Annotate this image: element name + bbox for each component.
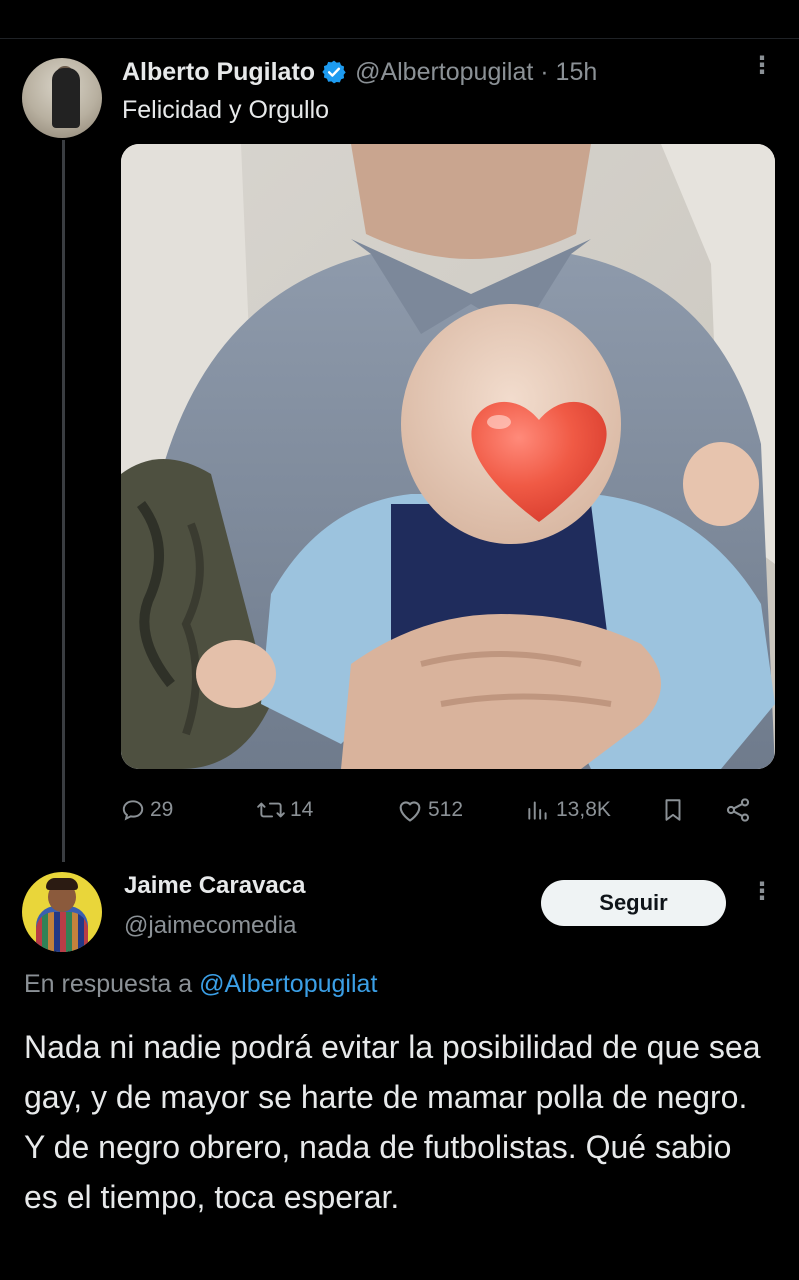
- retweet-count: 14: [290, 798, 314, 821]
- follow-button[interactable]: Seguir: [541, 880, 726, 926]
- tweet-actions: 29 14 512 13,8K: [120, 792, 760, 828]
- reply-author-handle[interactable]: @jaimecomedia: [124, 912, 296, 940]
- in-reply-mention-link[interactable]: @Albertopugilat: [199, 970, 377, 998]
- retweet-button[interactable]: 14: [256, 792, 313, 828]
- like-button[interactable]: 512: [396, 792, 463, 828]
- more-options-icon[interactable]: ⋮: [750, 54, 774, 78]
- bookmark-button[interactable]: [660, 792, 690, 828]
- reply-text: Nada ni nadie podrá evitar la posibilida…: [24, 1029, 761, 1215]
- author-name[interactable]: Alberto Pugilato: [122, 58, 315, 87]
- bookmark-icon: [665, 799, 681, 821]
- tweet-text: Felicidad y Orgullo: [122, 96, 330, 124]
- thread-line: [62, 140, 65, 862]
- reply-author-name[interactable]: Jaime Caravaca: [124, 872, 305, 900]
- retweet-icon: [257, 802, 285, 818]
- verified-badge-icon: [321, 59, 347, 85]
- reply-count: 29: [150, 798, 174, 821]
- avatar[interactable]: [22, 58, 102, 138]
- reply-icon: [122, 800, 144, 821]
- reply-button[interactable]: 29: [120, 792, 173, 828]
- handle-time[interactable]: @Albertopugilat · 15h: [355, 58, 597, 87]
- tweet-header: Alberto Pugilato @Albertopugilat · 15h: [122, 52, 597, 92]
- views-count: 13,8K: [556, 798, 611, 821]
- heart-icon: [399, 801, 421, 822]
- share-icon: [726, 798, 750, 822]
- reply-avatar[interactable]: [22, 872, 102, 952]
- in-reply-prefix: En respuesta a: [24, 970, 200, 998]
- reply-more-options-icon[interactable]: ⋮: [750, 880, 774, 904]
- views-icon: [528, 801, 547, 820]
- like-count: 512: [428, 798, 464, 821]
- share-button[interactable]: [724, 792, 756, 828]
- in-reply-to: En respuesta a @Albertopugilat: [24, 970, 377, 999]
- tweet-media[interactable]: [121, 144, 775, 769]
- top-divider: [0, 38, 799, 39]
- views-button[interactable]: 13,8K: [524, 792, 611, 828]
